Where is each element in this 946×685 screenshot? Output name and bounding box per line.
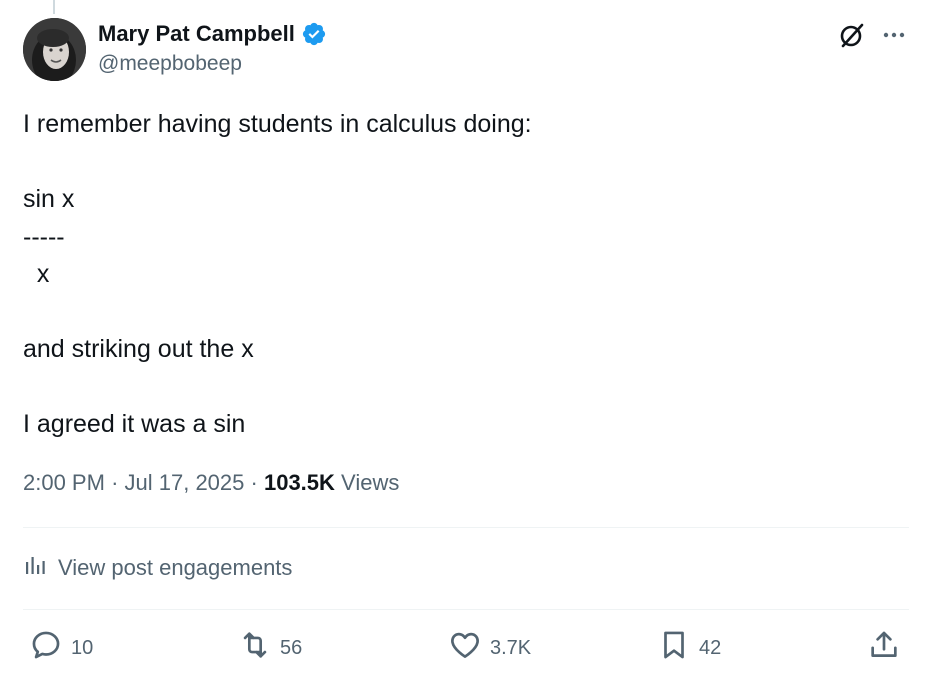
repost-icon bbox=[238, 628, 272, 668]
reply-icon bbox=[29, 628, 63, 668]
author-display-name[interactable]: Mary Pat Campbell bbox=[98, 21, 295, 47]
post-text-line: I agreed it was a sin bbox=[23, 410, 246, 438]
bookmark-icon bbox=[657, 628, 691, 668]
post-text-line bbox=[23, 369, 903, 407]
post-text-line bbox=[23, 144, 903, 182]
avatar-image bbox=[23, 18, 86, 81]
reply-button[interactable]: 10 bbox=[29, 628, 93, 668]
heart-icon bbox=[448, 628, 482, 668]
share-button[interactable] bbox=[867, 628, 901, 668]
view-engagements-label: View post engagements bbox=[58, 554, 293, 580]
repost-button[interactable]: 56 bbox=[238, 628, 302, 668]
repost-count: 56 bbox=[280, 636, 303, 659]
post-text-line: sin x bbox=[23, 185, 75, 213]
meta-separator: · bbox=[250, 470, 258, 495]
more-icon[interactable] bbox=[880, 23, 908, 47]
views-count: 103.5K bbox=[263, 470, 335, 495]
divider bbox=[23, 609, 909, 610]
bookmark-count: 42 bbox=[699, 636, 722, 659]
divider bbox=[23, 527, 909, 528]
bar-chart-icon bbox=[23, 552, 48, 583]
post-text-line: and striking out the x bbox=[23, 335, 254, 363]
post-text: I remember having students in calculus d… bbox=[23, 106, 903, 444]
post-text-line: I remember having students in calculus d… bbox=[23, 110, 532, 138]
author-handle[interactable]: @meepbobeep bbox=[98, 52, 327, 76]
views-label: Views bbox=[341, 470, 400, 495]
author-info: Mary Pat Campbell @meepbobeep bbox=[98, 21, 327, 76]
post-detail: Mary Pat Campbell @meepbobeep I remember… bbox=[0, 0, 946, 685]
post-text-line: ----- bbox=[23, 222, 65, 251]
meta-separator: · bbox=[111, 470, 119, 495]
grok-icon[interactable] bbox=[838, 21, 866, 49]
like-count: 3.7K bbox=[490, 636, 532, 659]
verified-badge-icon[interactable] bbox=[301, 21, 327, 47]
reply-count: 10 bbox=[71, 636, 94, 659]
share-icon bbox=[867, 628, 901, 668]
thread-connector-line bbox=[53, 0, 55, 14]
like-button[interactable]: 3.7K bbox=[448, 628, 531, 668]
avatar[interactable] bbox=[23, 18, 86, 81]
post-text-line: x bbox=[23, 260, 50, 288]
post-time[interactable]: 2:00 PM bbox=[23, 470, 105, 495]
post-text-line bbox=[23, 294, 903, 332]
post-meta: 2:00 PM · Jul 17, 2025 · 103.5K Views bbox=[23, 470, 399, 496]
post-date[interactable]: Jul 17, 2025 bbox=[125, 470, 245, 495]
view-engagements-button[interactable]: View post engagements bbox=[23, 552, 292, 583]
bookmark-button[interactable]: 42 bbox=[657, 628, 721, 668]
